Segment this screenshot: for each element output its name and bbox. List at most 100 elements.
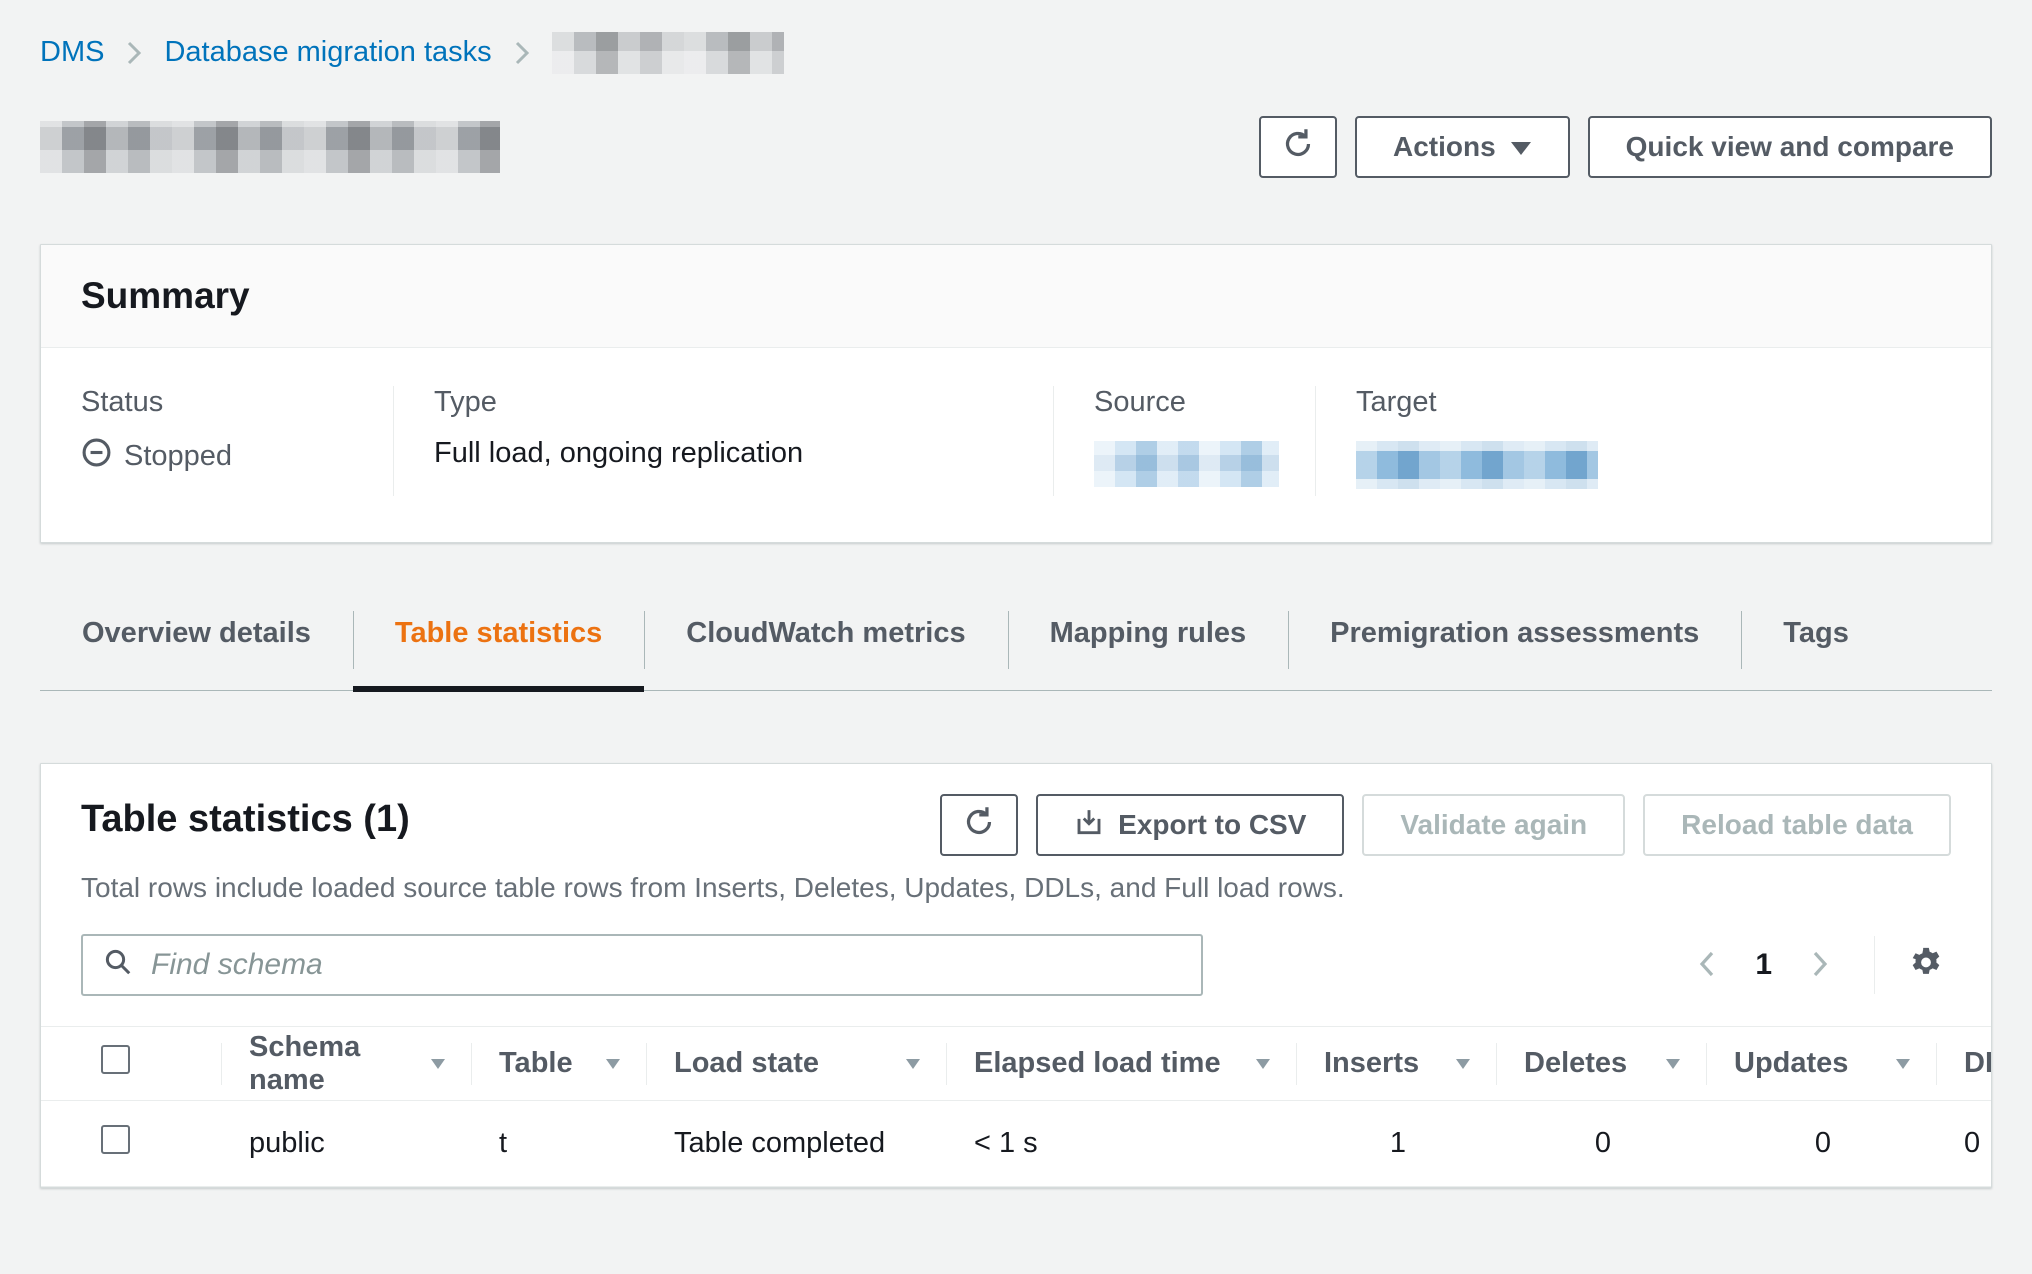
summary-type-column: Type Full load, ongoing replication: [393, 386, 1053, 496]
row-select-cell: [41, 1101, 221, 1187]
column-label: Load state: [674, 1047, 819, 1080]
sort-icon: [1894, 1057, 1912, 1071]
target-label: Target: [1356, 386, 1951, 419]
table-controls: 1: [41, 934, 1991, 1026]
type-label: Type: [434, 386, 1013, 419]
column-header-schema-name[interactable]: Schema name: [221, 1027, 471, 1101]
status-value: Stopped: [81, 437, 353, 476]
pagination: 1: [1683, 936, 1951, 994]
sort-icon: [604, 1057, 622, 1071]
validate-again-button[interactable]: Validate again: [1362, 794, 1625, 856]
table-refresh-button[interactable]: [940, 794, 1018, 856]
summary-source-column: Source: [1053, 386, 1315, 496]
stopped-status-icon: [81, 437, 112, 476]
breadcrumb: DMS Database migration tasks: [40, 30, 1992, 74]
column-label: Schema name: [249, 1031, 419, 1097]
column-label: Inserts: [1324, 1047, 1419, 1080]
type-value: Full load, ongoing replication: [434, 437, 1013, 470]
table-header-row: Schema name Table Load: [41, 1027, 1991, 1101]
column-header-load-state[interactable]: Load state: [646, 1027, 946, 1101]
table-preferences-button[interactable]: [1901, 945, 1951, 986]
tab-premigration-assessments[interactable]: Premigration assessments: [1288, 607, 1741, 690]
table-statistics-header: Table statistics (1): [41, 764, 1991, 856]
actions-button[interactable]: Actions: [1355, 116, 1570, 178]
column-header-ddls[interactable]: DDLs: [1936, 1027, 1991, 1101]
breadcrumb-task-name-redacted: [552, 32, 784, 74]
chevron-right-icon: [126, 39, 142, 67]
status-label: Status: [81, 386, 353, 419]
schema-search-box: [81, 934, 1203, 996]
actions-button-label: Actions: [1393, 131, 1496, 163]
column-label: DDLs: [1964, 1047, 1991, 1080]
column-label: Updates: [1734, 1047, 1848, 1080]
column-label: Table: [499, 1047, 573, 1080]
table-statistics-panel: Table statistics (1): [40, 763, 1992, 1188]
next-page-button[interactable]: [1796, 948, 1844, 983]
export-to-csv-button[interactable]: Export to CSV: [1036, 794, 1344, 856]
refresh-icon: [1281, 127, 1315, 168]
refresh-button[interactable]: [1259, 116, 1337, 178]
page-header: Actions Quick view and compare: [40, 116, 1992, 178]
chevron-right-icon: [514, 39, 530, 67]
sort-icon: [429, 1057, 447, 1071]
export-to-csv-label: Export to CSV: [1118, 809, 1306, 841]
quick-view-button-label: Quick view and compare: [1626, 131, 1954, 163]
sort-icon: [904, 1057, 922, 1071]
cell-schema-name: public: [221, 1101, 471, 1187]
summary-title: Summary: [81, 275, 1951, 317]
tab-overview-details[interactable]: Overview details: [40, 607, 353, 690]
cell-deletes: 0: [1496, 1101, 1706, 1187]
find-schema-input[interactable]: [149, 947, 1181, 983]
cell-load-state: Table completed: [646, 1101, 946, 1187]
cell-elapsed-load-time: < 1 s: [946, 1101, 1296, 1187]
column-label: Elapsed load time: [974, 1047, 1221, 1080]
chevron-right-icon: [1810, 948, 1830, 983]
select-all-header: [41, 1027, 221, 1101]
summary-panel: Summary Status Stopped Type Full load,: [40, 244, 1992, 543]
page-title-redacted: [40, 121, 500, 173]
validate-again-label: Validate again: [1400, 809, 1587, 841]
dms-task-page: DMS Database migration tasks Actions: [0, 0, 2032, 1188]
source-label: Source: [1094, 386, 1275, 419]
sort-icon: [1254, 1057, 1272, 1071]
row-checkbox[interactable]: [101, 1125, 130, 1154]
select-all-checkbox[interactable]: [101, 1045, 130, 1074]
breadcrumb-link-dms[interactable]: DMS: [40, 36, 104, 69]
page-number-1[interactable]: 1: [1731, 948, 1796, 982]
previous-page-button[interactable]: [1683, 948, 1731, 983]
quick-view-and-compare-button[interactable]: Quick view and compare: [1588, 116, 1992, 178]
tab-cloudwatch-metrics[interactable]: CloudWatch metrics: [644, 607, 1007, 690]
column-header-updates[interactable]: Updates: [1706, 1027, 1936, 1101]
table-wrap: Schema name Table Load: [41, 1026, 1991, 1187]
column-header-elapsed-load-time[interactable]: Elapsed load time: [946, 1027, 1296, 1101]
sort-icon: [1664, 1057, 1682, 1071]
column-header-deletes[interactable]: Deletes: [1496, 1027, 1706, 1101]
page-header-actions: Actions Quick view and compare: [1259, 116, 1992, 178]
cell-updates: 0: [1706, 1101, 1936, 1187]
column-label: Deletes: [1524, 1047, 1627, 1080]
refresh-icon: [962, 805, 996, 846]
summary-grid: Status Stopped Type Full load, ongoing r…: [41, 348, 1991, 542]
table-row: public t Table completed < 1 s 1 0 0 0: [41, 1101, 1991, 1187]
gear-icon: [1907, 945, 1945, 986]
reload-table-data-button[interactable]: Reload table data: [1643, 794, 1951, 856]
sort-icon: [1454, 1057, 1472, 1071]
cell-ddls: 0: [1936, 1101, 1991, 1187]
table-statistics-description: Total rows include loaded source table r…: [41, 856, 1991, 934]
column-header-table[interactable]: Table: [471, 1027, 646, 1101]
cell-inserts: 1: [1296, 1101, 1496, 1187]
download-icon: [1074, 807, 1104, 844]
task-detail-tabs: Overview details Table statistics CloudW…: [40, 607, 1992, 691]
chevron-left-icon: [1697, 948, 1717, 983]
column-header-inserts[interactable]: Inserts: [1296, 1027, 1496, 1101]
breadcrumb-link-tasks[interactable]: Database migration tasks: [164, 36, 491, 69]
tab-table-statistics[interactable]: Table statistics: [353, 607, 644, 690]
target-link-redacted[interactable]: [1356, 441, 1598, 489]
pager-divider: [1874, 936, 1875, 994]
summary-target-column: Target: [1315, 386, 1991, 496]
tab-mapping-rules[interactable]: Mapping rules: [1008, 607, 1289, 690]
status-text: Stopped: [124, 440, 232, 473]
source-link-redacted[interactable]: [1094, 441, 1279, 487]
caret-down-icon: [1510, 131, 1532, 163]
tab-tags[interactable]: Tags: [1741, 607, 1891, 690]
